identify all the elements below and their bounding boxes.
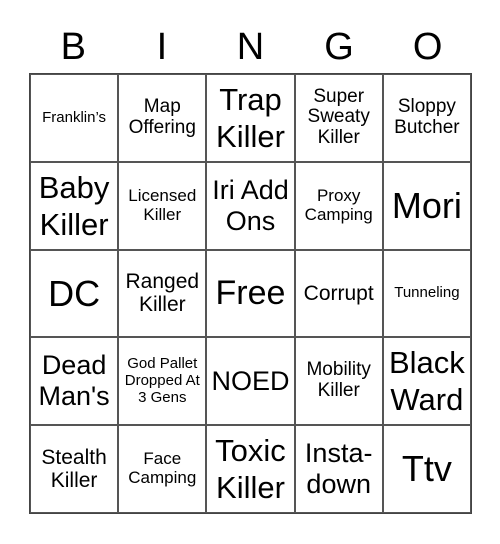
bingo-cell[interactable]: DC [30,249,119,338]
header-letter-b: B [60,26,86,68]
bingo-cell[interactable]: Licensed Killer [118,161,207,250]
bingo-cell[interactable]: Ttv [382,425,471,513]
bingo-cell[interactable]: Iri Add Ons [206,161,295,250]
bingo-cell[interactable]: Baby Killer [30,161,119,250]
bingo-cell[interactable]: Mobility Killer [294,337,383,426]
bingo-cell free-space[interactable]: Free [206,249,295,338]
header-letter-n: N [236,26,265,68]
bingo-cell[interactable]: Sloppy Butcher [382,74,471,162]
bingo-cell[interactable]: Insta-down [294,425,383,513]
bingo-cell[interactable]: NOED [206,337,295,426]
bingo-cell[interactable]: Corrupt [294,249,383,338]
header-letter-g: G [324,26,354,68]
bingo-cell[interactable]: Face Camping [118,425,207,513]
bingo-card-grid: Franklin’s Map Offering Trap Killer Supe… [29,73,472,514]
bingo-cell[interactable]: Stealth Killer [30,425,119,513]
bingo-cell[interactable]: Mori [382,161,471,250]
header-letter-o: O [412,26,443,68]
header-letter-i: I [156,26,168,68]
bingo-cell[interactable]: Dead Man's [30,337,119,426]
bingo-cell[interactable]: Tunneling [382,249,471,338]
bingo-cell[interactable]: Proxy Camping [294,161,383,250]
bingo-cell[interactable]: Franklin’s [30,74,119,162]
bingo-cell[interactable]: Map Offering [118,74,207,162]
bingo-cell[interactable]: Black Ward [382,337,471,426]
bingo-cell[interactable]: God Pallet Dropped At 3 Gens [118,337,207,426]
bingo-header: B I N G O [29,22,472,72]
bingo-cell[interactable]: Ranged Killer [118,249,207,338]
bingo-cell[interactable]: Super Sweaty Killer [294,74,383,162]
bingo-cell[interactable]: Toxic Killer [206,425,295,513]
bingo-cell[interactable]: Trap Killer [206,74,295,162]
